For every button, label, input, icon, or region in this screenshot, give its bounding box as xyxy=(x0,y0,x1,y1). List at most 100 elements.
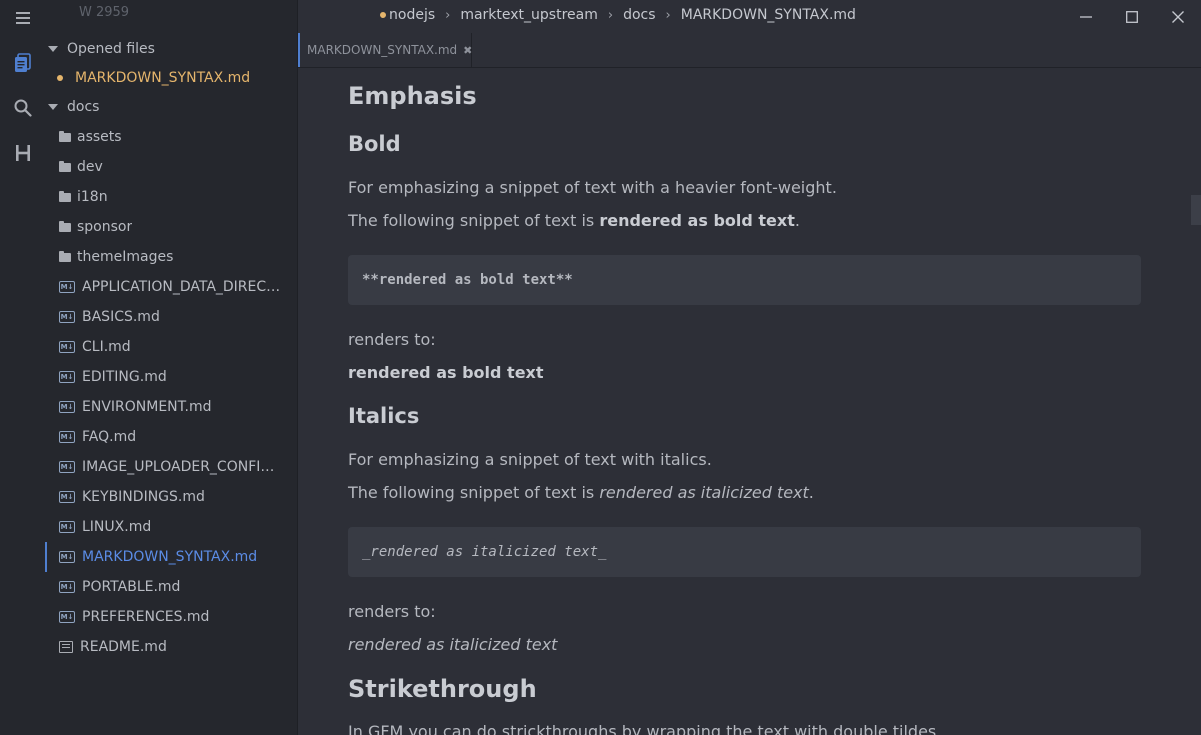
heading-strikethrough: Strikethrough xyxy=(348,675,537,703)
folder-item-themeimages[interactable]: themeImages xyxy=(45,242,311,272)
paragraph: For emphasizing a snippet of text with i… xyxy=(348,450,712,469)
file-item-label: EDITING.md xyxy=(82,369,167,385)
file-item-label: themeImages xyxy=(77,249,174,265)
search-icon[interactable] xyxy=(0,90,45,126)
markdown-file-icon: M↓ xyxy=(59,281,75,293)
heading-italics: Italics xyxy=(348,404,420,428)
tab-bar: MARKDOWN_SYNTAX.md ✖ xyxy=(298,33,1201,68)
file-item-basics-md[interactable]: M↓ BASICS.md xyxy=(45,302,311,332)
paragraph: In GFM you can do strickthroughs by wrap… xyxy=(348,722,942,735)
breadcrumb: nodejs › marktext_upstream › docs › MARK… xyxy=(380,7,856,23)
word-count: W 2959 xyxy=(79,5,130,20)
minimize-button[interactable] xyxy=(1075,6,1097,28)
file-item-label: ENVIRONMENT.md xyxy=(82,399,212,415)
tab-markdown-syntax[interactable]: MARKDOWN_SYNTAX.md ✖ xyxy=(298,33,472,67)
file-item-readme-md[interactable]: README.md xyxy=(45,632,311,662)
tab-label: MARKDOWN_SYNTAX.md xyxy=(307,43,458,57)
editor[interactable]: Emphasis Bold For emphasizing a snippet … xyxy=(298,68,1190,735)
folder-item-i18n[interactable]: i18n xyxy=(45,182,311,212)
folder-icon xyxy=(59,190,71,202)
file-item-image-uploader-configration-md[interactable]: M↓ IMAGE_UPLOADER_CONFIGRATION.md xyxy=(45,452,311,482)
file-item-label: LINUX.md xyxy=(82,519,152,535)
folder-item-assets[interactable]: assets xyxy=(45,122,311,152)
chevron-right-icon: › xyxy=(445,7,451,23)
paragraph: renders to: xyxy=(348,330,436,349)
paragraph: renders to: xyxy=(348,602,436,621)
heading-emphasis: Emphasis xyxy=(348,82,477,110)
scrollbar-thumb[interactable] xyxy=(1191,195,1201,225)
chevron-right-icon: › xyxy=(607,7,614,23)
unsaved-dot-icon xyxy=(57,75,63,81)
markdown-file-icon: M↓ xyxy=(59,401,75,413)
activity-bar xyxy=(0,0,45,735)
breadcrumb-item: marktext_upstream xyxy=(460,7,598,23)
bold-result: rendered as bold text xyxy=(348,363,544,382)
file-item-preferences-md[interactable]: M↓ PREFERENCES.md xyxy=(45,602,311,632)
folder-icon xyxy=(59,160,71,172)
opened-files-header[interactable]: Opened files xyxy=(45,34,300,64)
chevron-right-icon: › xyxy=(665,7,671,23)
maximize-button[interactable] xyxy=(1121,6,1143,28)
paragraph: For emphasizing a snippet of text with a… xyxy=(348,178,837,197)
file-item-label: README.md xyxy=(80,639,167,655)
file-item-label: FAQ.md xyxy=(82,429,137,445)
unsaved-dot-icon xyxy=(380,12,386,18)
sidebar: W 2959 Opened files MARKDOWN_SYNTAX.md d… xyxy=(45,0,298,735)
title-bar: nodejs › marktext_upstream › docs › MARK… xyxy=(298,0,1201,33)
italic-result: rendered as italicized text xyxy=(348,635,558,654)
files-icon[interactable] xyxy=(0,45,45,81)
markdown-file-icon: M↓ xyxy=(59,551,75,563)
markdown-file-icon: M↓ xyxy=(59,521,75,533)
markdown-file-icon: M↓ xyxy=(59,341,75,353)
heading-bold: Bold xyxy=(348,132,401,156)
close-window-button[interactable] xyxy=(1167,6,1189,28)
file-item-linux-md[interactable]: M↓ LINUX.md xyxy=(45,512,311,542)
close-icon[interactable]: ✖ xyxy=(463,44,472,57)
folder-icon xyxy=(59,130,71,142)
breadcrumb-item: nodejs xyxy=(389,7,436,23)
file-item-label: IMAGE_UPLOADER_CONFIGRATION.md xyxy=(82,459,282,475)
file-item-editing-md[interactable]: M↓ EDITING.md xyxy=(45,362,311,392)
file-item-label: CLI.md xyxy=(82,339,131,355)
folder-icon xyxy=(59,220,71,232)
file-item-label: PORTABLE.md xyxy=(82,579,181,595)
folder-icon xyxy=(59,250,71,262)
file-item-faq-md[interactable]: M↓ FAQ.md xyxy=(45,422,311,452)
markdown-file-icon: M↓ xyxy=(59,431,75,443)
markdown-file-icon: M↓ xyxy=(59,311,75,323)
file-item-label: APPLICATION_DATA_DIRECTORY.md xyxy=(82,279,282,295)
file-item-label: KEYBINDINGS.md xyxy=(82,489,205,505)
file-item-keybindings-md[interactable]: M↓ KEYBINDINGS.md xyxy=(45,482,311,512)
file-item-application-data-directory-md[interactable]: M↓ APPLICATION_DATA_DIRECTORY.md xyxy=(45,272,311,302)
markdown-file-icon: M↓ xyxy=(59,581,75,593)
italic-text: rendered as italicized text xyxy=(599,483,809,502)
readme-file-icon xyxy=(59,641,73,653)
heading-icon[interactable] xyxy=(0,135,45,171)
chevron-down-icon xyxy=(48,46,58,52)
markdown-file-icon: M↓ xyxy=(59,371,75,383)
breadcrumb-item: docs xyxy=(623,7,656,23)
file-item-label: dev xyxy=(77,159,103,175)
markdown-file-icon: M↓ xyxy=(59,611,75,623)
code-block[interactable]: **rendered as bold text** xyxy=(348,255,1141,305)
folder-docs-header[interactable]: docs xyxy=(45,92,300,122)
file-item-environment-md[interactable]: M↓ ENVIRONMENT.md xyxy=(45,392,311,422)
file-item-label: i18n xyxy=(77,189,108,205)
file-item-label: assets xyxy=(77,129,122,145)
folder-item-dev[interactable]: dev xyxy=(45,152,311,182)
file-item-markdown-syntax-md[interactable]: M↓ MARKDOWN_SYNTAX.md xyxy=(45,542,311,572)
opened-file-item[interactable]: MARKDOWN_SYNTAX.md xyxy=(45,63,309,93)
chevron-down-icon xyxy=(48,104,58,110)
file-item-cli-md[interactable]: M↓ CLI.md xyxy=(45,332,311,362)
paragraph: The following snippet of text is rendere… xyxy=(348,211,800,230)
markdown-file-icon: M↓ xyxy=(59,491,75,503)
file-item-label: sponsor xyxy=(77,219,133,235)
markdown-file-icon: M↓ xyxy=(59,461,75,473)
file-item-label: PREFERENCES.md xyxy=(82,609,210,625)
code-block[interactable]: _rendered as italicized text_ xyxy=(348,527,1141,577)
file-item-label: BASICS.md xyxy=(82,309,160,325)
bold-text: rendered as bold text xyxy=(599,211,795,230)
hamburger-menu-icon[interactable] xyxy=(0,0,45,36)
file-item-portable-md[interactable]: M↓ PORTABLE.md xyxy=(45,572,311,602)
folder-item-sponsor[interactable]: sponsor xyxy=(45,212,311,242)
